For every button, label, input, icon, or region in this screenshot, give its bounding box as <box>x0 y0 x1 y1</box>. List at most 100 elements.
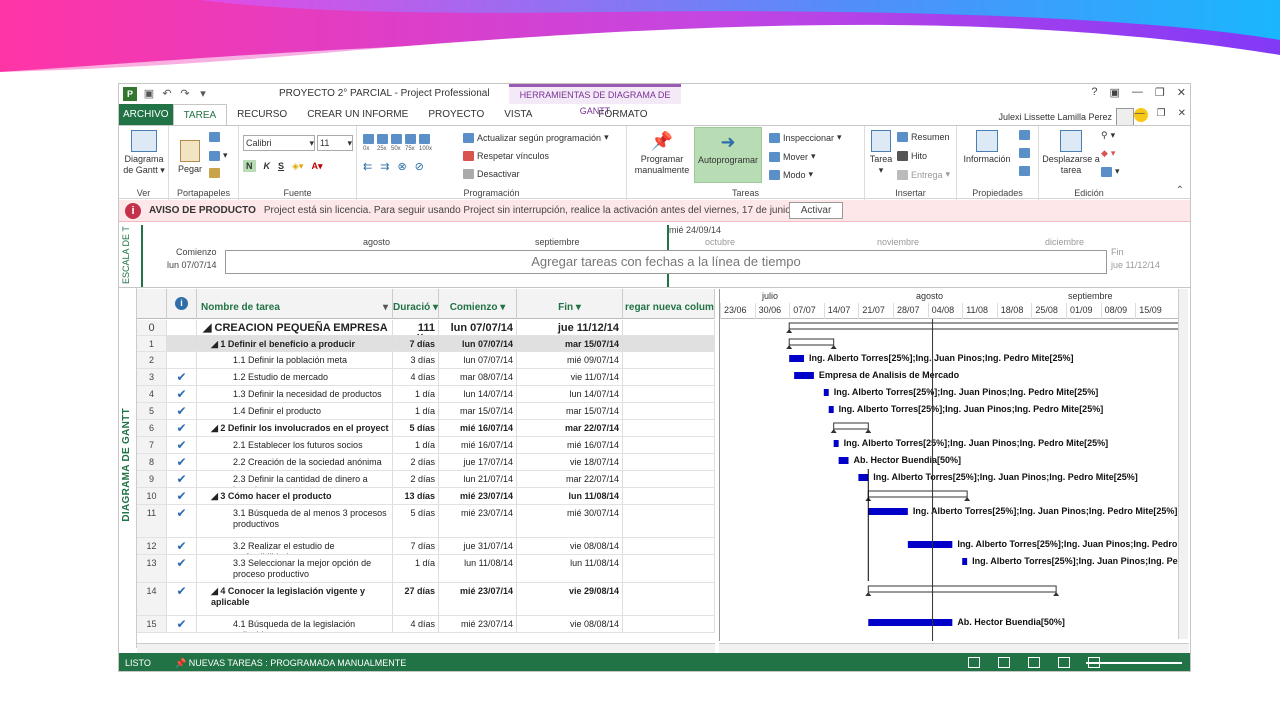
row-id[interactable]: 6 <box>137 420 167 436</box>
format-painter-button[interactable] <box>209 168 220 178</box>
row-task-name[interactable]: 1.4 Definir el producto <box>197 403 393 419</box>
row-duration[interactable]: 1 día <box>393 403 439 419</box>
inspect-button[interactable]: Inspeccionar ▾ <box>769 132 842 143</box>
row-add-column-cell[interactable] <box>623 336 715 351</box>
row-add-column-cell[interactable] <box>623 386 715 402</box>
milestone-button[interactable]: Hito <box>897 151 927 161</box>
table-row[interactable]: 3 ✔ 1.2 Estudio de mercado 4 días mar 08/07/… <box>137 369 715 386</box>
row-complete-check-icon[interactable]: ✔ <box>167 538 197 554</box>
information-button[interactable]: Información <box>959 130 1015 165</box>
scroll-to-task-button[interactable]: Desplazarse a tarea <box>1041 130 1101 176</box>
view-team-planner-icon[interactable] <box>1028 657 1040 668</box>
row-start[interactable]: mié 16/07/14 <box>439 420 517 436</box>
undo-icon[interactable]: ↶ <box>161 88 173 100</box>
collapse-ribbon-icon[interactable]: ⌃ <box>1176 185 1184 196</box>
row-start[interactable]: lun 14/07/14 <box>439 386 517 402</box>
italic-button[interactable]: K <box>264 161 271 171</box>
row-finish[interactable]: mié 16/07/14 <box>517 437 623 453</box>
table-row[interactable]: 0 ◢ CREACION PEQUEÑA EMPRESA111 díaslun 0… <box>137 320 715 336</box>
clear-button[interactable]: ◆ ▾ <box>1101 148 1115 159</box>
table-row[interactable]: 11 ✔ 3.1 Búsqueda de al menos 3 procesos p… <box>137 505 715 538</box>
row-id[interactable]: 12 <box>137 538 167 554</box>
font-size-select[interactable]: 11 ▾ <box>317 135 353 151</box>
row-task-name[interactable]: 3.3 Seleccionar la mejor opción de proce… <box>197 555 393 582</box>
help-button[interactable]: ? <box>1091 86 1097 99</box>
table-row[interactable]: 14 ✔ ◢ 4 Conocer la legislación vigente y … <box>137 583 715 616</box>
header-add-column[interactable]: regar nueva colum ▾ <box>623 289 715 319</box>
mode-button[interactable]: Modo ▾ <box>769 169 813 180</box>
update-schedule-button[interactable]: Actualizar según programación ▾ <box>463 132 609 143</box>
row-start[interactable]: mar 15/07/14 <box>439 403 517 419</box>
deactivate-button[interactable]: Desactivar <box>463 169 520 179</box>
row-task-name[interactable]: 1.3 Definir la necesidad de productos <box>197 386 393 402</box>
row-task-name[interactable]: 3.2 Realizar el estudio de prefactibilid… <box>197 538 393 554</box>
restore-ribbon-icon[interactable]: ▣ <box>1110 86 1120 99</box>
row-start[interactable]: lun 11/08/14 <box>439 555 517 582</box>
link-icon[interactable]: ⊗ <box>397 160 406 173</box>
row-finish[interactable]: jue 11/12/14 <box>517 320 623 335</box>
row-add-column-cell[interactable] <box>623 538 715 554</box>
row-add-column-cell[interactable] <box>623 583 715 615</box>
row-task-name[interactable]: ◢ 1 Definir el beneficio a producir <box>197 336 393 351</box>
row-add-column-cell[interactable] <box>623 488 715 504</box>
table-row[interactable]: 13 ✔ 3.3 Seleccionar la mejor opción de pr… <box>137 555 715 583</box>
row-task-name[interactable]: 1.1 Definir la población meta <box>197 352 393 368</box>
summary-button[interactable]: Resumen <box>897 132 950 142</box>
gantt-horizontal-scrollbar[interactable] <box>719 643 1189 653</box>
timeline-add-tasks-area[interactable]: Agregar tareas con fechas a la línea de … <box>225 250 1107 274</box>
row-id[interactable]: 10 <box>137 488 167 504</box>
table-row[interactable]: 5 ✔ 1.4 Definir el producto 1 día mar 15/07/… <box>137 403 715 420</box>
row-task-name[interactable]: 2.1 Establecer los futuros socios <box>197 437 393 453</box>
row-id[interactable]: 13 <box>137 555 167 582</box>
table-row[interactable]: 12✔3.2 Realizar el estudio de prefactibi… <box>137 538 715 555</box>
copy-button[interactable]: ▾ <box>209 150 228 161</box>
header-indicators[interactable]: i <box>167 289 197 319</box>
user-account[interactable]: Julexi Lissette Lamilla Perez <box>998 108 1134 126</box>
auto-schedule-button[interactable]: ➜ Autoprogramar <box>694 127 762 183</box>
row-finish[interactable]: vie 29/08/14 <box>517 583 623 615</box>
row-start[interactable]: jue 17/07/14 <box>439 454 517 470</box>
timeline-add-button[interactable] <box>1019 166 1030 176</box>
doc-minimize-button[interactable]: — <box>1135 108 1145 119</box>
zoom-slider[interactable] <box>1086 662 1182 664</box>
notes-button[interactable] <box>1019 130 1030 140</box>
pct-25-button[interactable]: 25x <box>377 134 388 152</box>
row-complete-check-icon[interactable]: ✔ <box>167 386 197 402</box>
tab-vista[interactable]: VISTA <box>494 104 542 125</box>
header-select-all[interactable] <box>137 289 167 319</box>
row-duration[interactable]: 7 días <box>393 538 439 554</box>
row-add-column-cell[interactable] <box>623 420 715 436</box>
customize-qat-icon[interactable]: ▾ <box>197 88 209 100</box>
row-finish[interactable]: lun 11/08/14 <box>517 488 623 504</box>
row-complete-check-icon[interactable] <box>167 336 197 351</box>
minimize-button[interactable]: — <box>1132 86 1143 99</box>
row-complete-check-icon[interactable]: ✔ <box>167 616 197 632</box>
status-new-tasks[interactable]: 📌 NUEVAS TAREAS : PROGRAMADA MANUALMENTE <box>175 658 406 669</box>
row-id[interactable]: 1 <box>137 336 167 351</box>
row-task-name[interactable]: ◢ 3 Cómo hacer el producto <box>197 488 393 504</box>
row-task-name[interactable]: 1.2 Estudio de mercado <box>197 369 393 385</box>
row-id[interactable]: 9 <box>137 471 167 487</box>
row-id[interactable]: 4 <box>137 386 167 402</box>
highlight-color-icon[interactable]: ◈▾ <box>292 161 303 172</box>
row-add-column-cell[interactable] <box>623 403 715 419</box>
row-start[interactable]: mié 16/07/14 <box>439 437 517 453</box>
row-complete-check-icon[interactable]: ✔ <box>167 454 197 470</box>
row-add-column-cell[interactable] <box>623 437 715 453</box>
doc-close-button[interactable]: ✕ <box>1178 108 1186 119</box>
row-complete-check-icon[interactable]: ✔ <box>167 555 197 582</box>
row-id[interactable]: 14 <box>137 583 167 615</box>
row-duration[interactable]: 13 días <box>393 488 439 504</box>
pct-50-button[interactable]: 50x <box>391 134 402 152</box>
row-finish[interactable]: mar 15/07/14 <box>517 403 623 419</box>
row-task-name[interactable]: ◢ CREACION PEQUEÑA EMPRESA <box>197 320 393 335</box>
cut-button[interactable] <box>209 132 220 142</box>
row-add-column-cell[interactable] <box>623 369 715 385</box>
row-add-column-cell[interactable] <box>623 505 715 537</box>
row-start[interactable]: jue 31/07/14 <box>439 538 517 554</box>
row-complete-check-icon[interactable]: ✔ <box>167 583 197 615</box>
fill-button[interactable]: ▾ <box>1101 166 1120 177</box>
move-left-icon[interactable]: ⇇ <box>363 160 372 173</box>
maximize-button[interactable]: ❐ <box>1155 86 1165 99</box>
row-id[interactable]: 0 <box>137 320 167 335</box>
